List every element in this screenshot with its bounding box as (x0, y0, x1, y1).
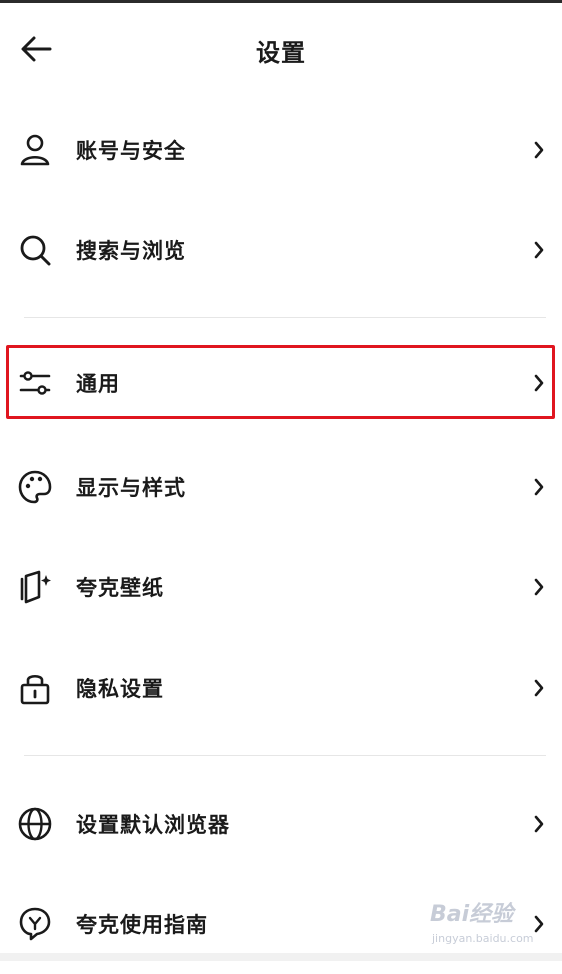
globe-icon (14, 803, 56, 845)
settings-item-label: 账号与安全 (76, 139, 186, 163)
palette-icon (14, 466, 56, 508)
section-divider (24, 755, 546, 756)
wallpaper-sparkle-icon (14, 566, 56, 608)
settings-item-account-security[interactable]: 账号与安全 (0, 100, 562, 200)
bottom-edge (0, 953, 562, 961)
chevron-right-icon (530, 138, 548, 162)
watermark: Bai经验 jingyan.baidu.com (430, 896, 555, 952)
watermark-url: jingyan.baidu.com (432, 932, 534, 945)
settings-item-display-style[interactable]: 显示与样式 (0, 437, 562, 537)
settings-item-label: 搜索与浏览 (76, 239, 186, 263)
settings-item-label: 夸克壁纸 (76, 576, 164, 600)
header: 设置 (0, 3, 562, 93)
watermark-text: Bai经验 (430, 902, 514, 927)
settings-item-label: 显示与样式 (76, 476, 186, 500)
chevron-right-icon (530, 575, 548, 599)
lock-icon (14, 667, 56, 709)
settings-item-label: 设置默认浏览器 (76, 813, 230, 837)
search-icon (14, 229, 56, 271)
settings-item-wallpaper[interactable]: 夸克壁纸 (0, 537, 562, 637)
settings-item-default-browser[interactable]: 设置默认浏览器 (0, 774, 562, 874)
section-divider (24, 317, 546, 318)
chevron-right-icon (530, 676, 548, 700)
chevron-right-icon (530, 812, 548, 836)
chevron-right-icon (530, 475, 548, 499)
settings-item-label: 夸克使用指南 (76, 913, 208, 937)
guide-bulb-icon (14, 903, 56, 945)
chevron-right-icon (530, 238, 548, 262)
settings-item-privacy[interactable]: 隐私设置 (0, 638, 562, 738)
user-icon (14, 129, 56, 171)
settings-item-search-browse[interactable]: 搜索与浏览 (0, 200, 562, 300)
highlight-box (6, 345, 555, 419)
page-title: 设置 (256, 39, 306, 67)
settings-item-label: 隐私设置 (76, 677, 164, 701)
